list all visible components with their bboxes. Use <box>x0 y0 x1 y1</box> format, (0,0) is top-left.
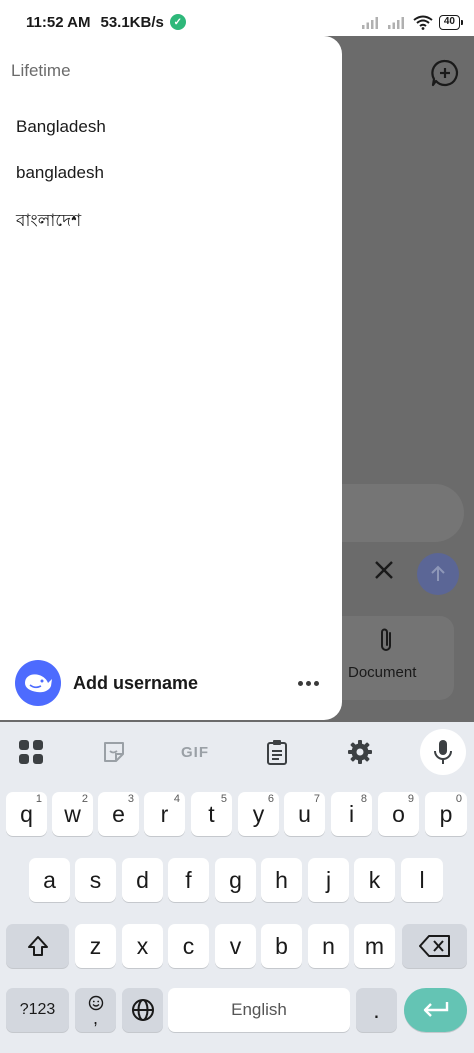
keyboard-toolbar: GIF <box>0 728 474 775</box>
new-chat-icon[interactable] <box>430 58 460 88</box>
backspace-key[interactable] <box>402 924 467 968</box>
key-hint: 8 <box>360 793 367 805</box>
key-p[interactable]: p0 <box>425 792 467 836</box>
key-hint: 1 <box>35 793 42 805</box>
key-r[interactable]: r4 <box>144 792 185 836</box>
key-m[interactable]: m <box>354 924 395 968</box>
key-n[interactable]: n <box>308 924 349 968</box>
apps-icon[interactable] <box>17 738 45 766</box>
key-label: p <box>439 800 453 827</box>
key-label: r <box>160 800 169 827</box>
key-hint: 3 <box>127 793 134 805</box>
voice-input-button[interactable] <box>420 729 466 775</box>
vpn-check-icon: ✓ <box>169 14 186 30</box>
avatar[interactable] <box>15 660 61 706</box>
globe-icon <box>131 999 154 1021</box>
key-f[interactable]: f <box>168 858 209 902</box>
key-label: i <box>348 800 355 827</box>
shift-key[interactable] <box>6 924 69 968</box>
key-label: e <box>112 800 125 827</box>
wifi-icon <box>413 15 433 30</box>
key-j[interactable]: j <box>308 858 349 902</box>
symbols-key[interactable]: ?123 <box>6 988 69 1032</box>
backspace-icon <box>418 935 450 957</box>
key-label: q <box>20 800 33 827</box>
history-item[interactable]: Bangladesh <box>16 117 106 137</box>
add-username-label[interactable]: Add username <box>73 673 198 694</box>
status-left: 11:52 AM 53.1KB/s ✓ <box>26 14 186 31</box>
clipboard-icon[interactable] <box>263 738 291 766</box>
history-item[interactable]: বাংলাদেশ <box>16 208 81 236</box>
shift-icon <box>27 936 48 956</box>
key-k[interactable]: k <box>354 858 395 902</box>
key-hint: 2 <box>81 793 88 805</box>
key-hint: 6 <box>267 793 274 805</box>
key-hint: 7 <box>313 793 320 805</box>
mic-icon <box>434 740 452 764</box>
network-speed: 53.1KB/s <box>100 13 164 31</box>
enter-key[interactable] <box>404 988 467 1032</box>
document-label: Document <box>348 664 417 681</box>
emoji-comma-key[interactable]: , <box>75 988 116 1032</box>
key-hint: 4 <box>173 793 180 805</box>
close-icon[interactable] <box>372 558 396 582</box>
dot-icon <box>314 680 319 686</box>
key-label: w <box>64 800 81 827</box>
more-options-button[interactable] <box>290 675 327 692</box>
signal-icon-2 <box>387 17 404 29</box>
dot-icon <box>306 680 311 686</box>
language-key[interactable] <box>122 988 163 1032</box>
key-z[interactable]: z <box>75 924 116 968</box>
history-drawer: Lifetime Bangladesh bangladesh বাংলাদেশ … <box>0 36 342 720</box>
key-u[interactable]: u7 <box>284 792 325 836</box>
key-label: y <box>252 800 265 827</box>
keyboard: GIF q 1 w 2 e 3 r 4 t 5 y 6 u 7 i 8 o 9 … <box>0 722 474 1053</box>
key-e[interactable]: e3 <box>98 792 139 836</box>
key-d[interactable]: d <box>122 858 163 902</box>
key-hint: 9 <box>407 793 414 805</box>
profile-row[interactable]: Add username <box>15 660 327 706</box>
gif-icon[interactable]: GIF <box>178 738 212 766</box>
key-label: u <box>298 800 311 827</box>
key-i[interactable]: i8 <box>331 792 372 836</box>
key-o[interactable]: o9 <box>378 792 419 836</box>
key-q[interactable]: q1 <box>6 792 47 836</box>
space-key[interactable]: English <box>168 988 350 1032</box>
key-c[interactable]: c <box>168 924 209 968</box>
key-y[interactable]: y6 <box>238 792 279 836</box>
dot-icon <box>298 680 303 686</box>
key-x[interactable]: x <box>122 924 163 968</box>
key-l[interactable]: l <box>401 858 443 902</box>
signal-icon <box>361 17 378 29</box>
key-h[interactable]: h <box>261 858 302 902</box>
arrow-up-icon <box>431 565 445 581</box>
key-a[interactable]: a <box>29 858 70 902</box>
comma-label: , <box>92 1008 98 1028</box>
paperclip-icon <box>381 628 391 651</box>
key-label: o <box>392 800 405 827</box>
whale-logo-icon <box>25 674 52 693</box>
sticker-icon[interactable] <box>100 738 128 766</box>
key-hint: 5 <box>220 793 227 805</box>
key-v[interactable]: v <box>215 924 256 968</box>
history-item[interactable]: bangladesh <box>16 163 104 183</box>
key-s[interactable]: s <box>75 858 116 902</box>
key-t[interactable]: t5 <box>191 792 232 836</box>
period-key[interactable]: . <box>356 988 397 1032</box>
send-button[interactable] <box>417 553 459 595</box>
key-hint: 0 <box>455 793 462 805</box>
enter-icon <box>423 1002 448 1017</box>
status-right: 40 <box>361 14 464 30</box>
key-g[interactable]: g <box>215 858 256 902</box>
history-section-heading: Lifetime <box>11 61 71 80</box>
settings-icon[interactable] <box>346 738 374 766</box>
battery-indicator: 40 <box>438 14 464 30</box>
key-w[interactable]: w2 <box>52 792 93 836</box>
status-time: 11:52 AM <box>26 13 91 31</box>
key-label: t <box>208 800 215 827</box>
key-b[interactable]: b <box>261 924 302 968</box>
